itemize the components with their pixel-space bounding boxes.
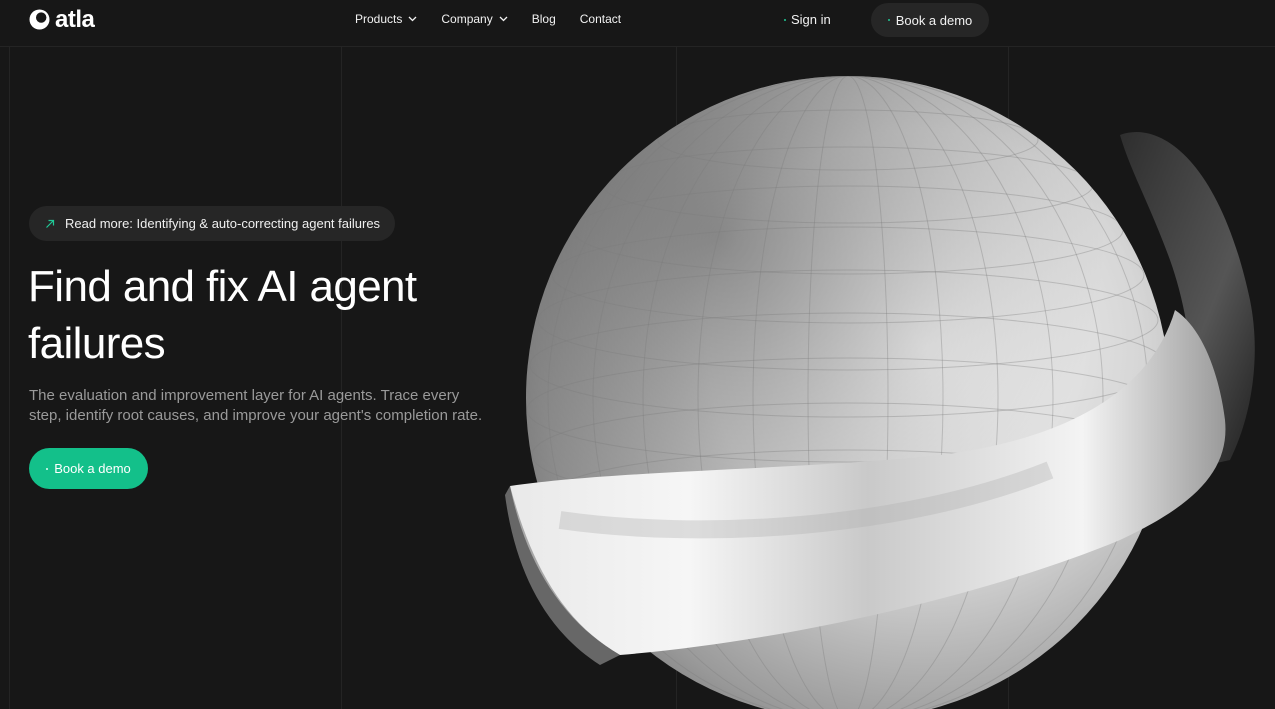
grid-line: [341, 47, 342, 709]
nav-products[interactable]: Products: [355, 12, 417, 26]
hero-title-line: failures: [28, 319, 166, 368]
nav-label: Contact: [579, 12, 622, 26]
hero-title: Find and fix AI agent failures: [28, 258, 498, 372]
sign-in-label: Sign in: [791, 12, 831, 27]
main-nav: Products Company Blog Contact: [355, 12, 621, 26]
site-header: atla Products Company Blog Contact Sign …: [0, 0, 1275, 47]
sphere-with-ring-graphic: [505, 76, 1255, 709]
arrow-up-right-icon: [46, 219, 55, 228]
dot-icon: [46, 467, 49, 470]
grid-line: [9, 47, 10, 709]
nav-label: Company: [441, 12, 493, 26]
nav-contact[interactable]: Contact: [580, 12, 621, 26]
brand-name: atla: [55, 6, 95, 33]
nav-label: Products: [355, 12, 403, 26]
book-demo-label: Book a demo: [54, 461, 131, 476]
book-demo-label: Book a demo: [895, 12, 973, 28]
atla-logo-icon: [29, 9, 50, 30]
hero-subtitle: The evaluation and improvement layer for…: [29, 387, 483, 424]
hero-title-line: Find and fix AI agent: [28, 262, 417, 311]
nav-company[interactable]: Company: [441, 12, 508, 26]
book-demo-hero-button[interactable]: Book a demo: [29, 448, 148, 489]
announcement-pill[interactable]: Read more: Identifying & auto-correcting…: [29, 206, 395, 241]
sign-in-link[interactable]: Sign in: [784, 12, 831, 27]
dot-icon: [784, 18, 786, 21]
announcement-text: Read more: Identifying & auto-correcting…: [65, 216, 381, 231]
book-demo-header-button[interactable]: Book a demo: [871, 3, 989, 37]
nav-label: Blog: [531, 12, 556, 26]
logo[interactable]: atla: [29, 6, 95, 33]
nav-blog[interactable]: Blog: [532, 12, 556, 26]
page: atla Products Company Blog Contact Sign …: [0, 0, 1275, 709]
chevron-down-icon: [499, 16, 508, 22]
chevron-down-icon: [408, 16, 417, 22]
dot-icon: [887, 19, 890, 21]
